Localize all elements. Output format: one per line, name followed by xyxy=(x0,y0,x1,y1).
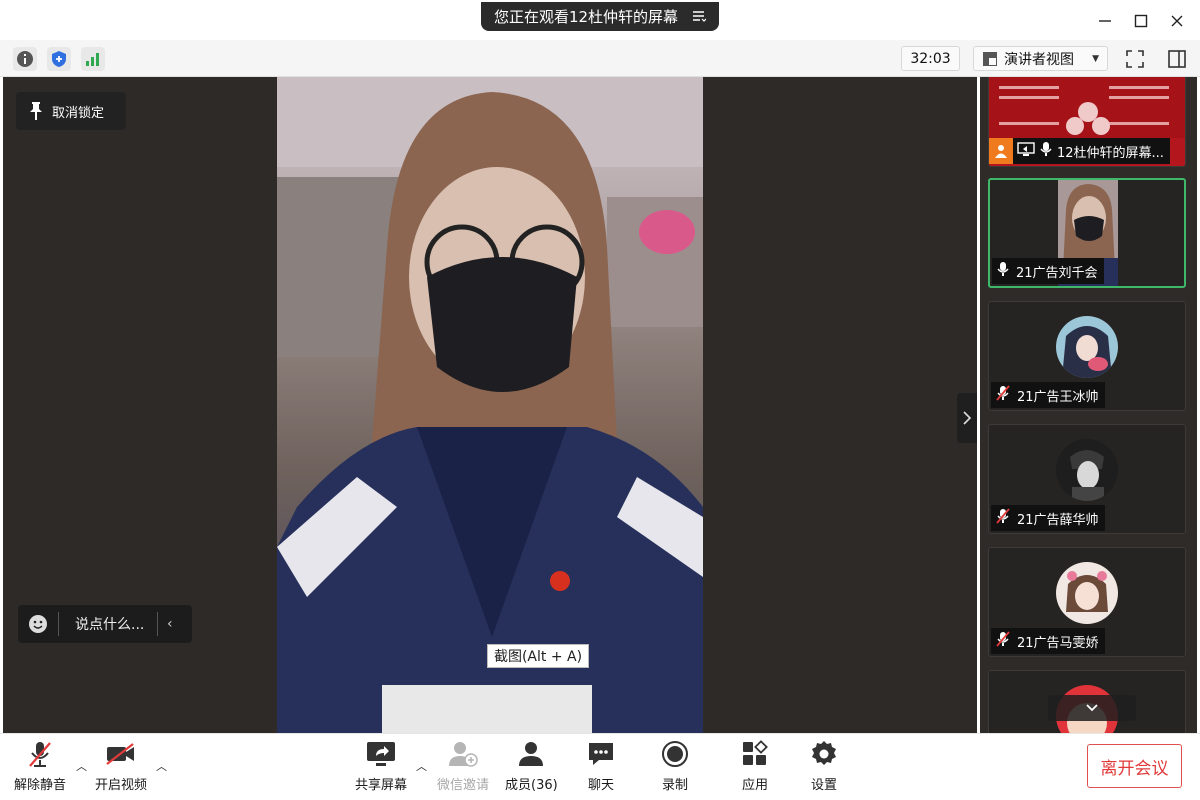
participant-label: 21广告王冰帅 xyxy=(991,382,1105,408)
participant-tile[interactable]: 21广告刘千会 xyxy=(988,178,1186,288)
mic-icon xyxy=(996,261,1010,281)
speaker-video[interactable] xyxy=(277,77,703,733)
apps-button[interactable]: 应用 xyxy=(739,740,771,793)
chat-icon xyxy=(585,740,617,768)
view-mode-dropdown[interactable]: 演讲者视图 ▼ xyxy=(973,46,1108,71)
record-icon xyxy=(659,740,691,768)
maximize-icon[interactable] xyxy=(1129,9,1153,33)
emoji-icon[interactable] xyxy=(18,614,58,634)
participant-tile[interactable]: 12杜仲轩的屏幕... xyxy=(988,77,1186,167)
chevron-down-icon xyxy=(1086,704,1098,712)
participant-name: 21广告薛华帅 xyxy=(1017,512,1099,528)
members-icon xyxy=(515,740,547,768)
chevron-down-icon: ▼ xyxy=(1092,53,1099,64)
mic-muted-icon xyxy=(995,385,1011,405)
bottom-control-bar: 解除静音 ︿ 开启视频 ︿ 共享屏幕 ︿ 微信邀请 成员(36) 聊天 录制 应… xyxy=(0,733,1200,800)
layout-icon xyxy=(983,51,997,66)
collapse-panel-button[interactable] xyxy=(957,393,977,443)
unmute-label: 解除静音 xyxy=(14,778,67,793)
unpin-label: 取消锁定 xyxy=(52,105,105,121)
record-button[interactable]: 录制 xyxy=(659,740,691,793)
share-screen-label: 共享屏幕 xyxy=(355,778,408,793)
panel-icon[interactable] xyxy=(1165,47,1189,71)
chevron-up-icon[interactable]: ︿ xyxy=(416,758,427,774)
apps-label: 应用 xyxy=(741,778,768,793)
wechat-invite-button[interactable]: 微信邀请 xyxy=(437,740,489,793)
start-video-label: 开启视频 xyxy=(95,778,148,793)
chevron-up-icon[interactable]: ︿ xyxy=(76,758,87,774)
apps-icon xyxy=(739,740,771,768)
avatar xyxy=(1056,316,1118,378)
host-icon xyxy=(989,138,1013,164)
list-icon[interactable] xyxy=(692,10,707,23)
participant-name: 12杜仲轩的屏幕... xyxy=(1057,145,1164,161)
quick-chat-box[interactable]: 说点什么... ‹ xyxy=(18,605,192,643)
participant-label: 12杜仲轩的屏幕... xyxy=(989,138,1170,164)
screenshot-tooltip: 截图(Alt + A) xyxy=(487,644,589,668)
participant-tile[interactable]: 21广告薛华帅 xyxy=(988,424,1186,534)
meeting-timer: 32:03 xyxy=(901,46,960,71)
view-mode-label: 演讲者视图 xyxy=(1004,51,1074,68)
participant-label: 21广告马雯娇 xyxy=(991,628,1105,654)
fullscreen-icon[interactable] xyxy=(1123,47,1147,71)
info-icon[interactable] xyxy=(13,47,37,71)
main-video-area: 取消锁定 说点什么... ‹ 截图(Alt + A) xyxy=(3,77,977,733)
participant-tile[interactable]: 21广告王冰帅 xyxy=(988,301,1186,411)
pin-icon xyxy=(30,102,42,120)
chat-label: 聊天 xyxy=(587,778,614,793)
members-label: 成员(36) xyxy=(505,778,558,793)
chevron-right-icon xyxy=(963,411,972,425)
chat-input[interactable]: 说点什么... xyxy=(59,614,157,634)
participant-name: 21广告马雯娇 xyxy=(1017,635,1099,651)
toolbar: 32:03 演讲者视图 ▼ xyxy=(0,40,1200,77)
avatar xyxy=(1056,562,1118,624)
participant-label: 21广告刘千会 xyxy=(992,258,1104,284)
unmute-button[interactable]: 解除静音 xyxy=(14,740,66,793)
members-button[interactable]: 成员(36) xyxy=(505,740,558,793)
add-user-icon xyxy=(447,740,479,768)
gear-icon xyxy=(808,740,840,768)
signal-icon[interactable] xyxy=(81,47,105,71)
chevron-up-icon[interactable]: ︿ xyxy=(156,758,167,774)
screen-share-icon xyxy=(1017,142,1035,160)
participant-tile[interactable]: 21广告马雯娇 xyxy=(988,547,1186,657)
mic-icon xyxy=(1039,141,1053,161)
speaker-video-frame xyxy=(277,77,703,733)
share-screen-icon xyxy=(365,740,397,768)
mic-muted-icon xyxy=(995,631,1011,651)
avatar xyxy=(1056,439,1118,501)
share-screen-button[interactable]: 共享屏幕 xyxy=(355,740,407,793)
unpin-button[interactable]: 取消锁定 xyxy=(16,92,126,130)
share-banner-text: 您正在观看12杜仲轩的屏幕 xyxy=(493,8,679,26)
participant-panel: 12杜仲轩的屏幕... 21广告刘千会 21广告王冰帅 21广告薛华帅 21广告… xyxy=(980,77,1197,733)
chat-button[interactable]: 聊天 xyxy=(585,740,617,793)
title-bar: 您正在观看12杜仲轩的屏幕 xyxy=(0,0,1200,40)
scroll-down-button[interactable] xyxy=(1048,695,1136,721)
screen-share-banner[interactable]: 您正在观看12杜仲轩的屏幕 xyxy=(481,2,719,31)
mic-muted-icon xyxy=(24,740,56,768)
participant-name: 21广告王冰帅 xyxy=(1017,389,1099,405)
minimize-icon[interactable] xyxy=(1093,9,1117,33)
shield-icon[interactable] xyxy=(47,47,71,71)
settings-label: 设置 xyxy=(810,778,837,793)
participant-name: 21广告刘千会 xyxy=(1016,265,1098,281)
participant-label: 21广告薛华帅 xyxy=(991,505,1105,531)
close-icon[interactable] xyxy=(1165,9,1189,33)
mic-muted-icon xyxy=(995,508,1011,528)
wechat-invite-label: 微信邀请 xyxy=(437,778,490,793)
start-video-button[interactable]: 开启视频 xyxy=(95,740,147,793)
record-label: 录制 xyxy=(661,778,688,793)
chevron-left-icon[interactable]: ‹ xyxy=(158,616,173,632)
camera-off-icon xyxy=(105,740,137,768)
settings-button[interactable]: 设置 xyxy=(808,740,840,793)
leave-meeting-button[interactable]: 离开会议 xyxy=(1087,744,1182,788)
